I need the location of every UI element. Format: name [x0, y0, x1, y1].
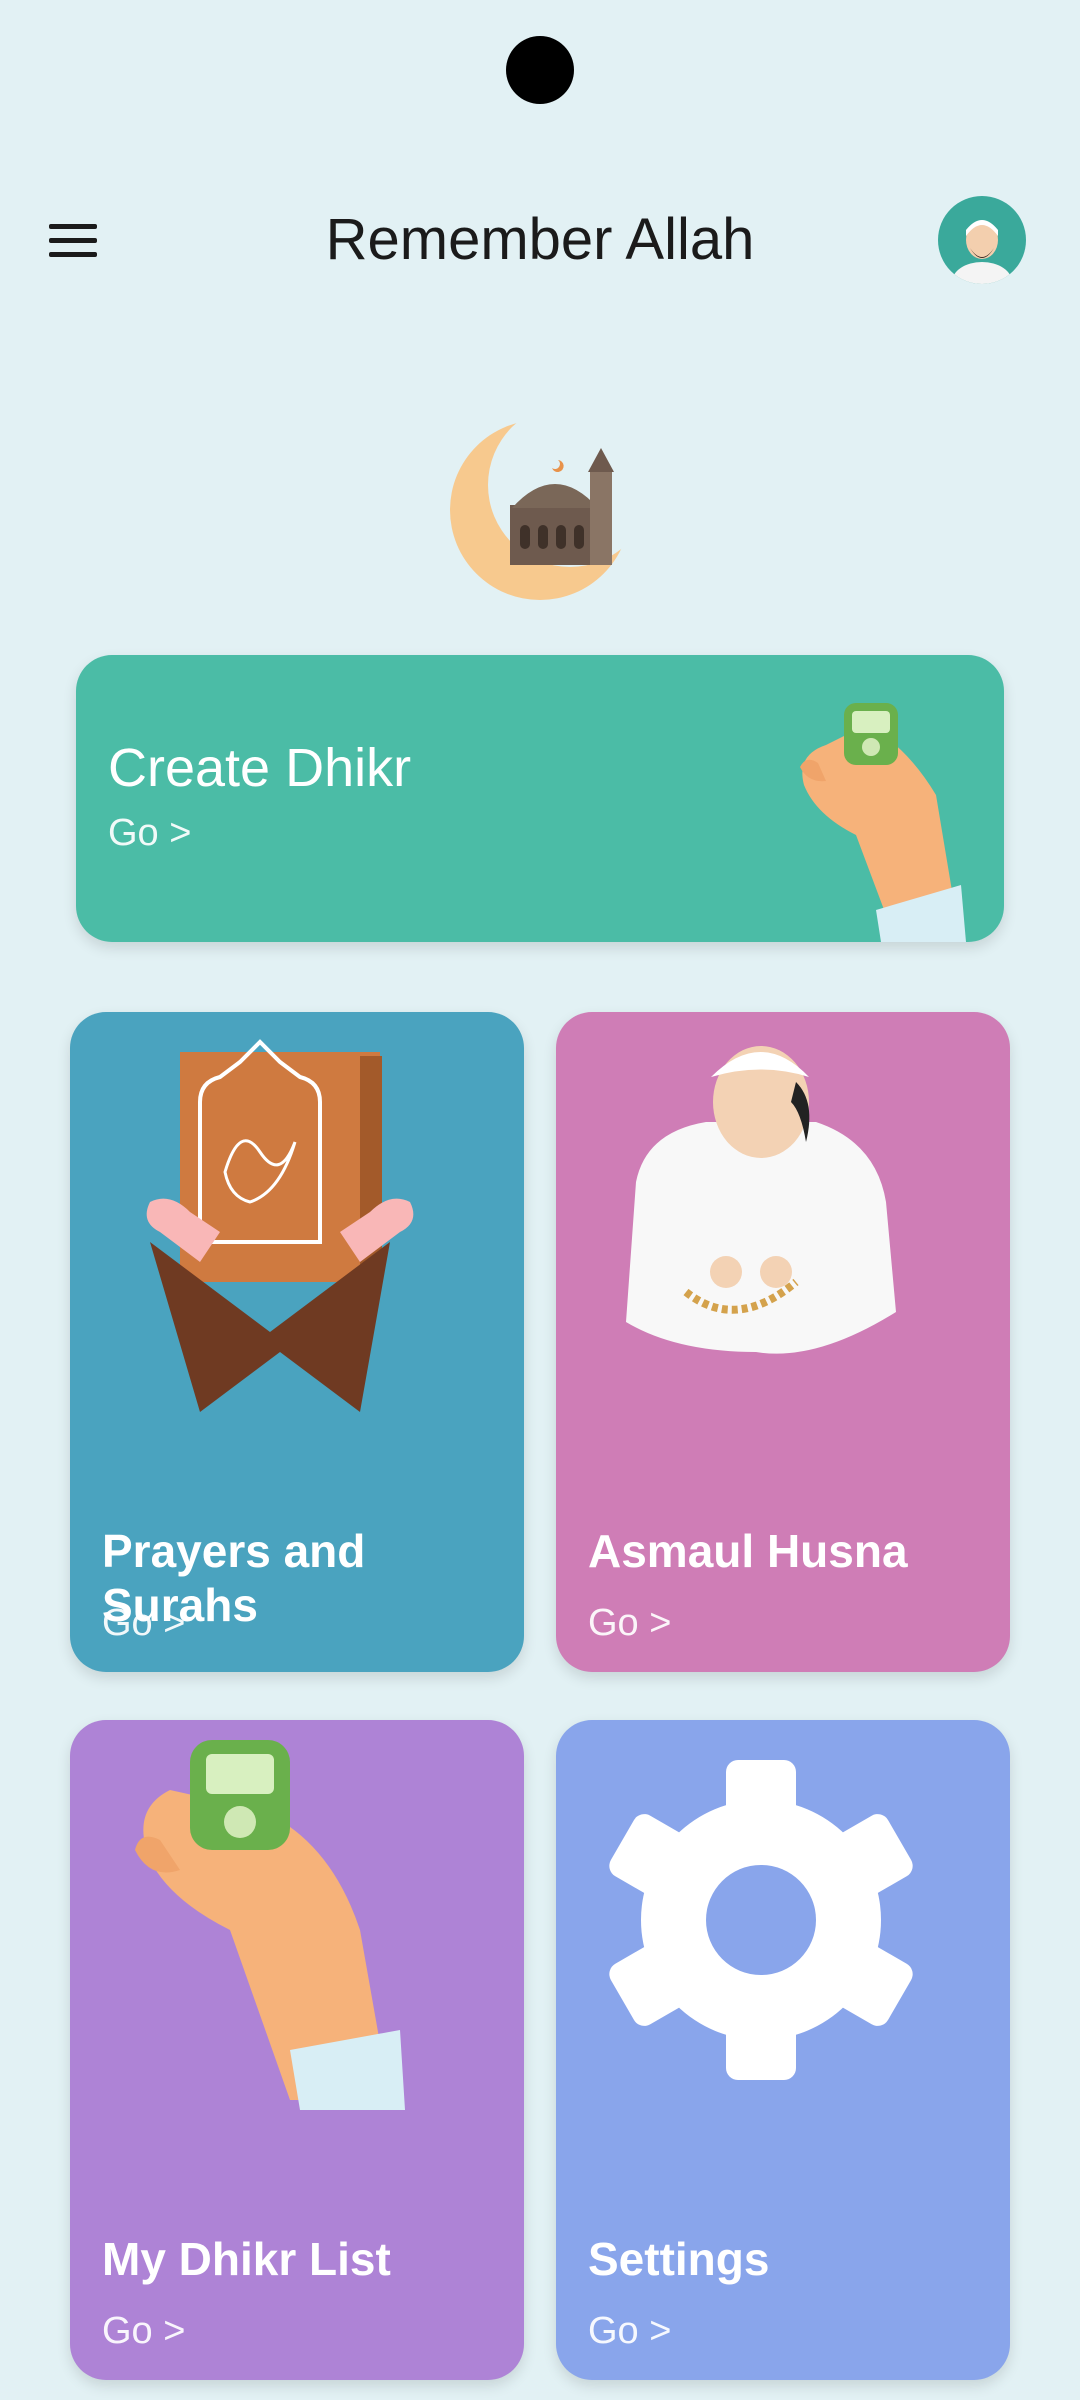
gear-icon — [596, 1755, 926, 2085]
app-title: Remember Allah — [325, 207, 755, 272]
create-dhikr-card[interactable]: Create Dhikr Go > — [76, 655, 1004, 942]
hamburger-menu-icon[interactable] — [36, 210, 112, 270]
prayers-surahs-card[interactable]: Prayers and Surahs Go > — [70, 1012, 524, 1672]
quran-book-icon — [130, 1032, 450, 1412]
tally-counter-hand-icon — [130, 1730, 430, 2110]
create-dhikr-go[interactable]: Go > — [108, 812, 191, 855]
settings-label: Settings — [588, 2233, 770, 2285]
my-dhikr-list-label: My Dhikr List — [102, 2233, 391, 2285]
asmaul-husna-go[interactable]: Go > — [588, 1602, 671, 1645]
my-dhikr-list-card[interactable]: My Dhikr List Go > — [70, 1720, 524, 2380]
create-dhikr-label: Create Dhikr — [108, 738, 412, 798]
prayers-surahs-go[interactable]: Go > — [102, 1602, 185, 1645]
asmaul-husna-card[interactable]: Asmaul Husna Go > — [556, 1012, 1010, 1672]
camera-cutout — [506, 36, 574, 104]
settings-card[interactable]: Settings Go > — [556, 1720, 1010, 2380]
app-bar: Remember Allah — [0, 180, 1080, 300]
my-dhikr-list-go[interactable]: Go > — [102, 2310, 185, 2353]
praying-man-icon — [616, 1032, 916, 1392]
asmaul-husna-label: Asmaul Husna — [588, 1525, 908, 1577]
user-avatar-icon[interactable] — [938, 196, 1026, 284]
crescent-mosque-icon — [430, 400, 652, 620]
tally-counter-hand-icon — [756, 685, 976, 942]
settings-go[interactable]: Go > — [588, 2310, 671, 2353]
